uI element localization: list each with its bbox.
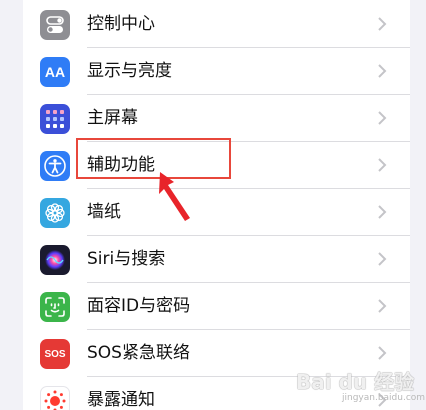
accessibility-icon [40, 151, 70, 181]
aa-icon: AA [40, 57, 70, 87]
exposure-icon [40, 386, 70, 410]
watermark: Bai du 经验 jingyan.baidu.com [296, 362, 426, 408]
chevron-right-icon [378, 111, 387, 125]
settings-item-wallpaper[interactable]: 墙纸 [23, 189, 410, 236]
settings-list: 控制中心 AA 显示与亮度 主屏幕 辅助功能 墙纸 Siri与搜索 面容ID与密… [23, 0, 410, 410]
chevron-right-icon [378, 346, 387, 360]
watermark-text: Bai du 经验 [296, 370, 415, 394]
settings-item-display-brightness[interactable]: AA 显示与亮度 [23, 48, 410, 95]
settings-item-siri-search[interactable]: Siri与搜索 [23, 236, 410, 283]
chevron-right-icon [378, 64, 387, 78]
chevron-right-icon [378, 299, 387, 313]
watermark-url: jingyan.baidu.com [342, 393, 426, 403]
settings-item-label: 主屏幕 [87, 108, 138, 128]
toggles-icon [40, 10, 70, 40]
sos-icon: SOS [40, 339, 70, 369]
face-id-icon [40, 292, 70, 322]
home-grid-icon [40, 104, 70, 134]
settings-item-home-screen[interactable]: 主屏幕 [23, 95, 410, 142]
siri-icon [40, 245, 70, 275]
settings-item-face-id-passcode[interactable]: 面容ID与密码 [23, 283, 410, 330]
settings-item-label: 控制中心 [87, 14, 155, 34]
chevron-right-icon [378, 158, 387, 172]
chevron-right-icon [378, 252, 387, 266]
settings-item-label: SOS紧急联络 [87, 343, 190, 363]
annotation-arrow-icon [159, 172, 190, 221]
settings-item-label: 墙纸 [87, 202, 121, 222]
settings-item-control-center[interactable]: 控制中心 [23, 1, 410, 48]
settings-item-label: Siri与搜索 [87, 249, 166, 269]
settings-item-label: 显示与亮度 [87, 61, 172, 81]
flower-icon [40, 198, 70, 228]
settings-item-label: 面容ID与密码 [87, 296, 191, 316]
chevron-right-icon [378, 17, 387, 31]
chevron-right-icon [378, 205, 387, 219]
settings-item-label: 暴露通知 [87, 390, 155, 410]
